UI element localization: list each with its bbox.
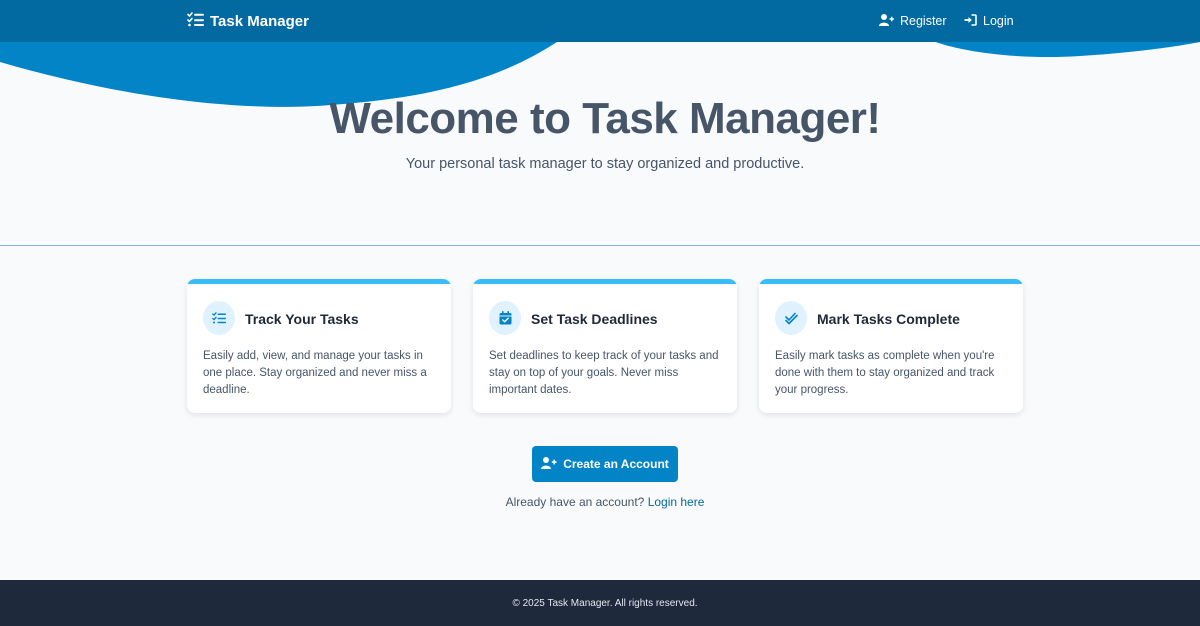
login-prompt-text: Already have an account? — [505, 495, 645, 509]
navbar: Task Manager Register Login — [0, 0, 1200, 42]
footer: © 2025 Task Manager. All rights reserved… — [0, 580, 1200, 626]
login-here-link[interactable]: Login here — [648, 495, 705, 509]
login-label: Login — [983, 14, 1014, 28]
user-plus-icon — [541, 456, 557, 472]
landing-page: Task Manager Register Login Welcome to T… — [0, 0, 1200, 626]
feature-card-mark-complete: Mark Tasks Complete Easily mark tasks as… — [759, 279, 1023, 413]
double-check-icon — [775, 301, 807, 335]
list-check-icon — [187, 11, 204, 31]
card-title: Track Your Tasks — [245, 311, 359, 327]
calendar-check-icon — [489, 301, 521, 335]
register-label: Register — [900, 14, 947, 28]
section-divider — [0, 245, 1200, 246]
feature-card-track-tasks: Track Your Tasks Easily add, view, and m… — [187, 279, 451, 413]
sign-in-icon — [964, 13, 977, 29]
login-prompt: Already have an account? Login here — [0, 495, 1200, 509]
brand-link[interactable]: Task Manager — [187, 11, 309, 31]
create-account-label: Create an Account — [563, 457, 669, 471]
card-title: Mark Tasks Complete — [817, 311, 960, 327]
card-description: Easily mark tasks as complete when you'r… — [775, 350, 995, 396]
create-account-button[interactable]: Create an Account — [532, 446, 678, 482]
card-description: Set deadlines to keep track of your task… — [489, 350, 719, 396]
brand-name: Task Manager — [210, 12, 309, 30]
hero-title: Welcome to Task Manager! — [329, 94, 881, 143]
card-title: Set Task Deadlines — [531, 311, 658, 327]
list-check-icon — [203, 301, 235, 335]
login-link[interactable]: Login — [964, 12, 1014, 30]
feature-card-set-deadlines: Set Task Deadlines Set deadlines to keep… — [473, 279, 737, 413]
user-plus-icon — [879, 13, 894, 29]
hero-subtitle: Your personal task manager to stay organ… — [405, 156, 805, 172]
footer-copyright: © 2025 Task Manager. All rights reserved… — [512, 598, 698, 609]
register-link[interactable]: Register — [879, 12, 947, 30]
card-description: Easily add, view, and manage your tasks … — [203, 350, 427, 396]
